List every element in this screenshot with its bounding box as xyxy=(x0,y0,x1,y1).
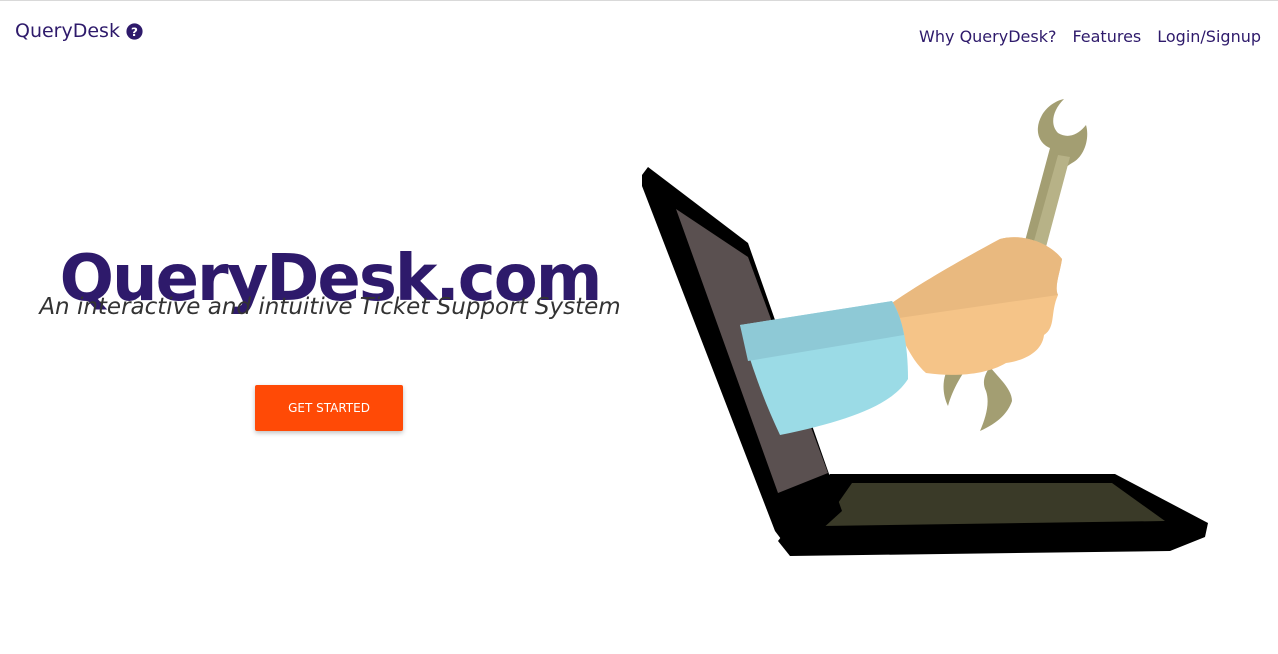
nav-login-signup[interactable]: Login/Signup xyxy=(1157,27,1261,46)
question-circle-icon: ? xyxy=(126,22,143,40)
hero-subtitle: An interactive and intuitive Ticket Supp… xyxy=(39,294,621,320)
laptop-keyboard xyxy=(822,483,1165,526)
get-started-button[interactable]: GET STARTED xyxy=(255,385,403,431)
brand-name: QueryDesk xyxy=(15,20,120,42)
brand-link[interactable]: QueryDesk ? xyxy=(15,20,143,42)
nav-features[interactable]: Features xyxy=(1072,27,1141,46)
laptop-wrench-illustration xyxy=(642,99,1208,556)
main-nav: Why QueryDesk? Features Login/Signup xyxy=(919,27,1261,46)
svg-text:?: ? xyxy=(131,24,138,38)
nav-why-querydesk[interactable]: Why QueryDesk? xyxy=(919,27,1056,46)
